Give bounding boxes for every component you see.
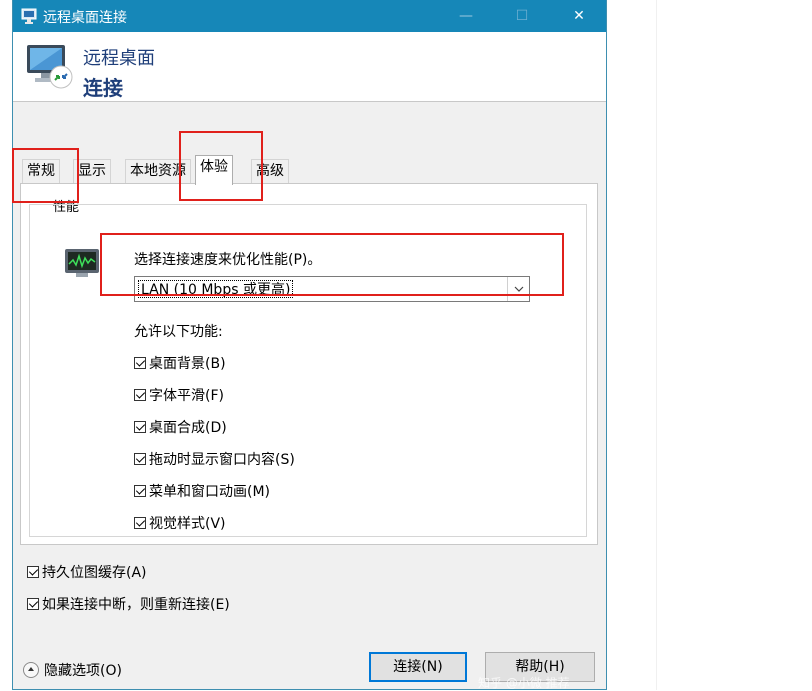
checkbox-checked-icon[interactable]: [134, 453, 146, 465]
rdp-window: 远程桌面连接 — ☐ ✕ 远程桌面 连接 常规 显示 本地资源 体验 高级 性能: [12, 0, 607, 690]
experience-tab-page: 性能 选择连接速度来优化性能(P)。 LAN (10 Mbps 或更高) 允许以…: [20, 183, 598, 545]
collapse-up-icon[interactable]: [23, 662, 39, 678]
checkbox-desktop-composition[interactable]: 桌面合成(D): [134, 418, 227, 438]
checkbox-label: 桌面背景(B): [149, 356, 226, 372]
checkbox-visual-styles[interactable]: 视觉样式(V): [134, 514, 226, 534]
title-bar: 远程桌面连接 — ☐ ✕: [13, 0, 606, 32]
checkbox-label: 视觉样式(V): [149, 516, 226, 532]
checkbox-reconnect[interactable]: 如果连接中断，则重新连接(E): [27, 595, 230, 615]
checkbox-checked-icon[interactable]: [27, 598, 39, 610]
checkbox-label: 如果连接中断，则重新连接(E): [42, 597, 230, 613]
speed-label: 选择连接速度来优化性能(P)。: [134, 252, 322, 268]
checkbox-label: 菜单和窗口动画(M): [149, 484, 271, 500]
checkbox-label: 桌面合成(D): [149, 420, 227, 436]
performance-monitor-icon: [65, 249, 99, 277]
checkbox-checked-icon[interactable]: [134, 389, 146, 401]
header-title-line1: 远程桌面: [83, 48, 155, 69]
checkbox-menu-animation[interactable]: 菜单和窗口动画(M): [134, 482, 270, 502]
header-title-line2: 连接: [83, 76, 123, 100]
tab-advanced[interactable]: 高级: [251, 159, 289, 183]
watermark: 知乎 @小微 推荐: [478, 676, 570, 690]
hide-options-label: 隐藏选项(O): [44, 663, 122, 679]
allow-features-label: 允许以下功能:: [134, 324, 223, 340]
minimize-button[interactable]: —: [443, 0, 489, 32]
performance-groupbox: 选择连接速度来优化性能(P)。 LAN (10 Mbps 或更高) 允许以下功能…: [29, 204, 587, 537]
remote-desktop-icon: [21, 8, 37, 24]
checkbox-checked-icon[interactable]: [134, 485, 146, 497]
checkbox-label: 持久位图缓存(A): [42, 565, 147, 581]
checkbox-checked-icon[interactable]: [27, 566, 39, 578]
header-banner: 远程桌面 连接: [13, 32, 606, 102]
checkbox-font-smoothing[interactable]: 字体平滑(F): [134, 386, 224, 406]
connection-speed-value: LAN (10 Mbps 或更高): [138, 280, 294, 298]
checkbox-label: 拖动时显示窗口内容(S): [149, 452, 295, 468]
tab-strip: 常规 显示 本地资源 体验 高级: [13, 155, 606, 185]
right-panel: [656, 0, 812, 690]
tab-experience[interactable]: 体验: [195, 155, 233, 185]
tab-local-resources[interactable]: 本地资源: [125, 159, 191, 183]
window-title: 远程桌面连接: [43, 10, 127, 26]
maximize-button[interactable]: ☐: [499, 0, 545, 32]
connection-speed-select[interactable]: LAN (10 Mbps 或更高): [134, 276, 530, 302]
checkbox-checked-icon[interactable]: [134, 421, 146, 433]
chevron-down-icon[interactable]: [507, 277, 529, 301]
close-button[interactable]: ✕: [556, 0, 602, 32]
connect-button[interactable]: 连接(N): [369, 652, 467, 682]
checkbox-desktop-background[interactable]: 桌面背景(B): [134, 354, 226, 374]
checkbox-checked-icon[interactable]: [134, 517, 146, 529]
checkbox-checked-icon[interactable]: [134, 357, 146, 369]
checkbox-show-window-contents[interactable]: 拖动时显示窗口内容(S): [134, 450, 295, 470]
remote-desktop-monitor-icon: [27, 45, 73, 89]
tab-display[interactable]: 显示: [73, 159, 111, 183]
tab-general[interactable]: 常规: [22, 159, 60, 183]
checkbox-label: 字体平滑(F): [149, 388, 224, 404]
checkbox-persistent-bitmap-caching[interactable]: 持久位图缓存(A): [27, 563, 147, 583]
hide-options-toggle[interactable]: 隐藏选项(O): [23, 660, 122, 682]
